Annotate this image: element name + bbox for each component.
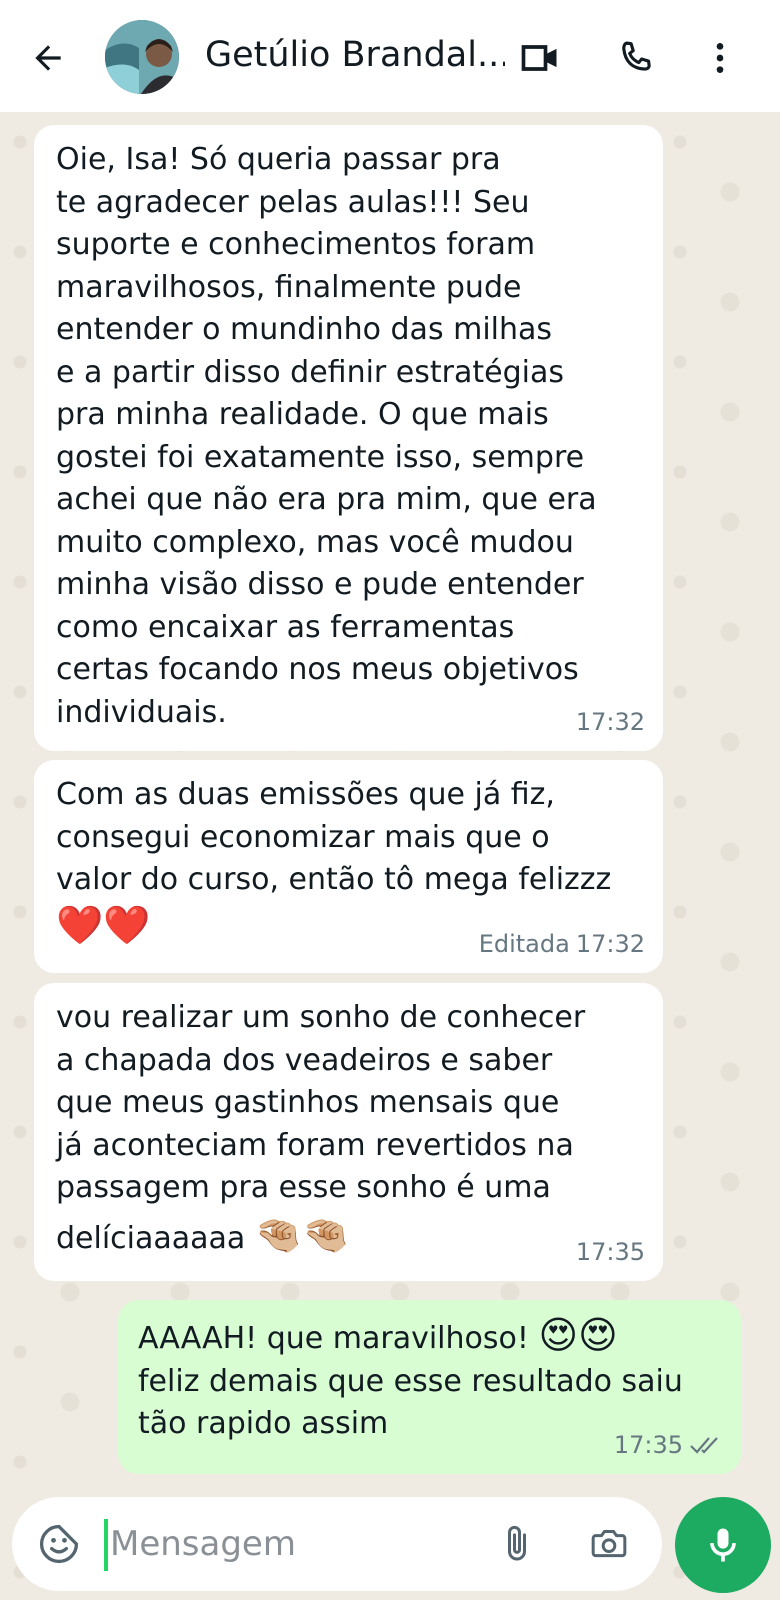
message-meta: Editada 17:32 (479, 923, 645, 966)
heart-eyes-emoji: 😍😍 (538, 1313, 618, 1357)
voice-call-button[interactable] (610, 32, 662, 84)
chat-header: Getúlio Brandal... (0, 0, 780, 112)
message-text: Com as duas emissões que já fiz, consegu… (56, 777, 612, 897)
message-time: 17:32 (575, 929, 645, 958)
message-bubble-incoming[interactable]: Oie, Isa! Só queria passar pra te agrade… (34, 125, 663, 751)
more-vertical-icon (716, 43, 724, 73)
message-compose-bar (12, 1497, 662, 1591)
message-text-last-line: delíciaaaaaa (56, 1220, 246, 1256)
video-camera-icon (521, 45, 557, 71)
message-text: vou realizar um sonho de conhecer a chap… (56, 1000, 586, 1205)
arrow-left-icon (35, 45, 61, 71)
message-text: Oie, Isa! Só queria passar pra te agrade… (56, 142, 597, 730)
message-meta: 17:35 (576, 1231, 645, 1274)
camera-icon (591, 1530, 627, 1558)
message-time: 17:32 (575, 707, 645, 736)
message-bubble-outgoing[interactable]: AAAAH! que maravilhoso! 😍😍 feliz demais … (118, 1300, 741, 1474)
hearts-emoji: ❤️❤️ (56, 902, 151, 947)
contact-name[interactable]: Getúlio Brandal... (205, 35, 505, 75)
voice-message-button[interactable] (675, 1497, 771, 1593)
contact-avatar[interactable] (105, 20, 179, 94)
sticker-button[interactable] (34, 1519, 84, 1569)
message-bubble-incoming[interactable]: Com as duas emissões que já fiz, consegu… (34, 760, 663, 973)
video-call-button[interactable] (514, 32, 566, 84)
pinching-hand-emoji: 🤏🏼🤏🏼 (254, 1212, 350, 1257)
double-check-icon (690, 1437, 718, 1454)
message-meta: 17:35 (614, 1424, 723, 1467)
back-button[interactable] (22, 32, 74, 84)
attach-button[interactable] (492, 1519, 542, 1569)
message-time: 17:35 (613, 1430, 683, 1459)
camera-button[interactable] (582, 1519, 636, 1569)
message-bubble-incoming[interactable]: vou realizar um sonho de conhecer a chap… (34, 983, 663, 1281)
paperclip-icon (508, 1525, 526, 1561)
sticker-emoji-icon (39, 1524, 79, 1564)
message-meta: 17:32 (576, 701, 645, 744)
microphone-icon (710, 1528, 736, 1562)
message-text-first-line: AAAAH! que maravilhoso! (138, 1321, 529, 1356)
phone-icon (622, 41, 651, 71)
text-cursor (104, 1519, 108, 1571)
message-time: 17:35 (575, 1237, 645, 1266)
message-input[interactable] (110, 1513, 480, 1575)
edited-label: Editada (478, 929, 570, 958)
more-options-button[interactable] (694, 32, 746, 84)
